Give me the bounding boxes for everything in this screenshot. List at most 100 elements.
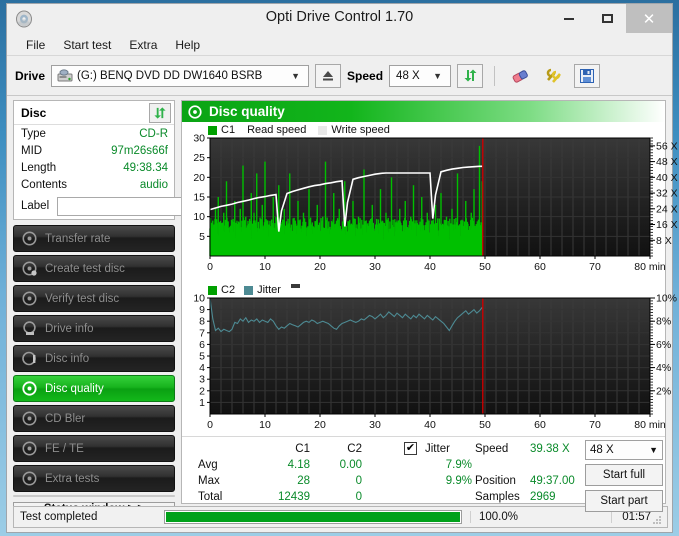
jitter-checkbox[interactable]: ✔ xyxy=(404,442,417,455)
svg-text:6%: 6% xyxy=(656,339,671,351)
scrollbar-thumb-marker xyxy=(291,284,300,288)
legend-swatch-c2 xyxy=(208,286,217,295)
svg-text:50: 50 xyxy=(479,419,491,431)
svg-text:16 X: 16 X xyxy=(656,219,678,231)
drive-select-value: (G:) BENQ DVD DD DW1640 BSRB xyxy=(77,70,262,82)
sidebar-item-cd-bler[interactable]: CD Bler xyxy=(13,405,175,432)
chevron-down-icon: ▼ xyxy=(649,445,658,455)
main-body: Disc Type CD-R MID 97m26s66f xyxy=(7,96,672,504)
c1-chart[interactable]: C1 Read speed Write speed 510152025308 X… xyxy=(182,124,665,284)
svg-text:10: 10 xyxy=(193,211,205,223)
eject-icon xyxy=(321,69,335,82)
svg-text:2: 2 xyxy=(199,385,205,397)
menu-item-file[interactable]: File xyxy=(17,36,54,54)
sidebar-item-disc-info[interactable]: Disc info xyxy=(13,345,175,372)
erase-button[interactable] xyxy=(506,64,534,88)
disc-row-key: Type xyxy=(21,128,46,140)
disc-row-value: 49:38.34 xyxy=(123,162,168,174)
disc-row-key: MID xyxy=(21,145,42,157)
chevron-down-icon: ▼ xyxy=(286,71,305,81)
svg-text:24 X: 24 X xyxy=(656,203,678,215)
c2-jitter-chart[interactable]: C2 Jitter 123456789102%4%6%8%10%01020304… xyxy=(182,284,665,436)
disc-label-key: Label xyxy=(21,200,49,212)
svg-text:40: 40 xyxy=(424,261,436,273)
close-button[interactable]: ✕ xyxy=(626,4,672,33)
eject-button[interactable] xyxy=(315,64,341,88)
save-button[interactable] xyxy=(574,64,600,88)
tools-icon xyxy=(544,67,564,85)
c2-legend: C2 Jitter xyxy=(208,284,300,296)
start-full-button[interactable]: Start full xyxy=(585,464,663,486)
test-speed-value: 48 X xyxy=(590,444,614,456)
sidebar-item-fe-te[interactable]: FE / TE xyxy=(13,435,175,462)
disc-icon xyxy=(22,411,37,426)
svg-text:10: 10 xyxy=(259,261,271,273)
svg-text:0: 0 xyxy=(207,261,213,273)
svg-text:5: 5 xyxy=(199,351,205,363)
menu-item-help[interactable]: Help xyxy=(166,36,209,54)
sidebar-item-verify-test-disc[interactable]: Verify test disc xyxy=(13,285,175,312)
start-part-button[interactable]: Start part xyxy=(585,490,663,512)
stats-header-c2: C2 xyxy=(322,443,362,455)
nav-filler xyxy=(13,495,175,497)
svg-text:8: 8 xyxy=(199,316,205,328)
c2-plot: 123456789102%4%6%8%10%01020304050607080 … xyxy=(182,284,679,436)
stats-panel: C1 C2 Avg Max Total 4.18 28 12439 0.00 0… xyxy=(182,436,665,503)
refresh-button[interactable] xyxy=(457,64,483,88)
svg-text:48 X: 48 X xyxy=(656,156,678,168)
svg-text:10%: 10% xyxy=(656,293,677,305)
samples-stat-value: 2969 xyxy=(530,491,556,503)
speed-select-value: 48 X xyxy=(393,70,420,82)
svg-text:40: 40 xyxy=(424,419,436,431)
disc-refresh-button[interactable] xyxy=(149,103,171,123)
svg-text:4: 4 xyxy=(199,362,205,374)
panel-header: Disc quality xyxy=(182,101,665,122)
svg-text:56 X: 56 X xyxy=(656,140,678,152)
refresh-icon xyxy=(153,106,167,120)
stats-row-label-max: Max xyxy=(198,475,220,487)
svg-text:10: 10 xyxy=(259,419,271,431)
stats-max-c2: 0 xyxy=(314,475,362,487)
drive-select[interactable]: (G:) BENQ DVD DD DW1640 BSRB ▼ xyxy=(51,65,309,87)
legend-label-c1: C1 xyxy=(221,124,235,136)
speed-stat-value: 39.38 X xyxy=(530,443,570,455)
disc-info-panel: Disc Type CD-R MID 97m26s66f xyxy=(13,100,175,220)
sidebar-item-transfer-rate[interactable]: Transfer rate xyxy=(13,225,175,252)
jitter-label: Jitter xyxy=(425,443,450,455)
svg-text:10: 10 xyxy=(193,293,205,305)
menu-item-start-test[interactable]: Start test xyxy=(54,36,120,54)
legend-label-write-speed: Write speed xyxy=(331,124,390,136)
stats-row-label-avg: Avg xyxy=(198,459,218,471)
speed-select[interactable]: 48 X ▼ xyxy=(389,65,451,87)
sidebar-item-drive-info[interactable]: Drive info xyxy=(13,315,175,342)
legend-swatch-c1 xyxy=(208,126,217,135)
svg-text:15: 15 xyxy=(193,192,205,204)
menu-item-extra[interactable]: Extra xyxy=(120,36,166,54)
tools-button[interactable] xyxy=(540,64,568,88)
panel-title: Disc quality xyxy=(209,104,285,119)
maximize-button[interactable] xyxy=(588,4,626,33)
nav-list: Transfer rate Create test disc Verify te… xyxy=(13,225,175,492)
resize-grip-icon[interactable] xyxy=(653,515,662,524)
svg-text:6: 6 xyxy=(199,339,205,351)
legend-swatch-write-speed xyxy=(318,126,327,135)
sidebar-item-disc-quality[interactable]: Disc quality xyxy=(13,375,175,402)
svg-text:4%: 4% xyxy=(656,362,671,374)
stats-avg-c2: 0.00 xyxy=(314,459,362,471)
disc-check-icon xyxy=(22,291,37,306)
application-window: Opti Drive Control 1.70 ✕ File Start tes… xyxy=(6,3,673,533)
disc-row-type: Type CD-R xyxy=(14,125,174,142)
status-text: Test completed xyxy=(14,511,164,523)
disc-row-value: audio xyxy=(140,179,168,191)
stats-avg-c1: 4.18 xyxy=(260,459,310,471)
sidebar-item-create-test-disc[interactable]: Create test disc xyxy=(13,255,175,282)
test-speed-select[interactable]: 48 X ▼ xyxy=(585,440,663,460)
chevron-down-icon: ▼ xyxy=(428,71,447,81)
stats-avg-jitter: 7.9% xyxy=(392,459,472,471)
disc-row-length: Length 49:38.34 xyxy=(14,159,174,176)
refresh-icon xyxy=(463,68,478,83)
minimize-button[interactable] xyxy=(550,4,588,33)
disc-row-contents: Contents audio xyxy=(14,176,174,193)
disc-panel-header: Disc xyxy=(14,101,174,125)
sidebar-item-extra-tests[interactable]: Extra tests xyxy=(13,465,175,492)
